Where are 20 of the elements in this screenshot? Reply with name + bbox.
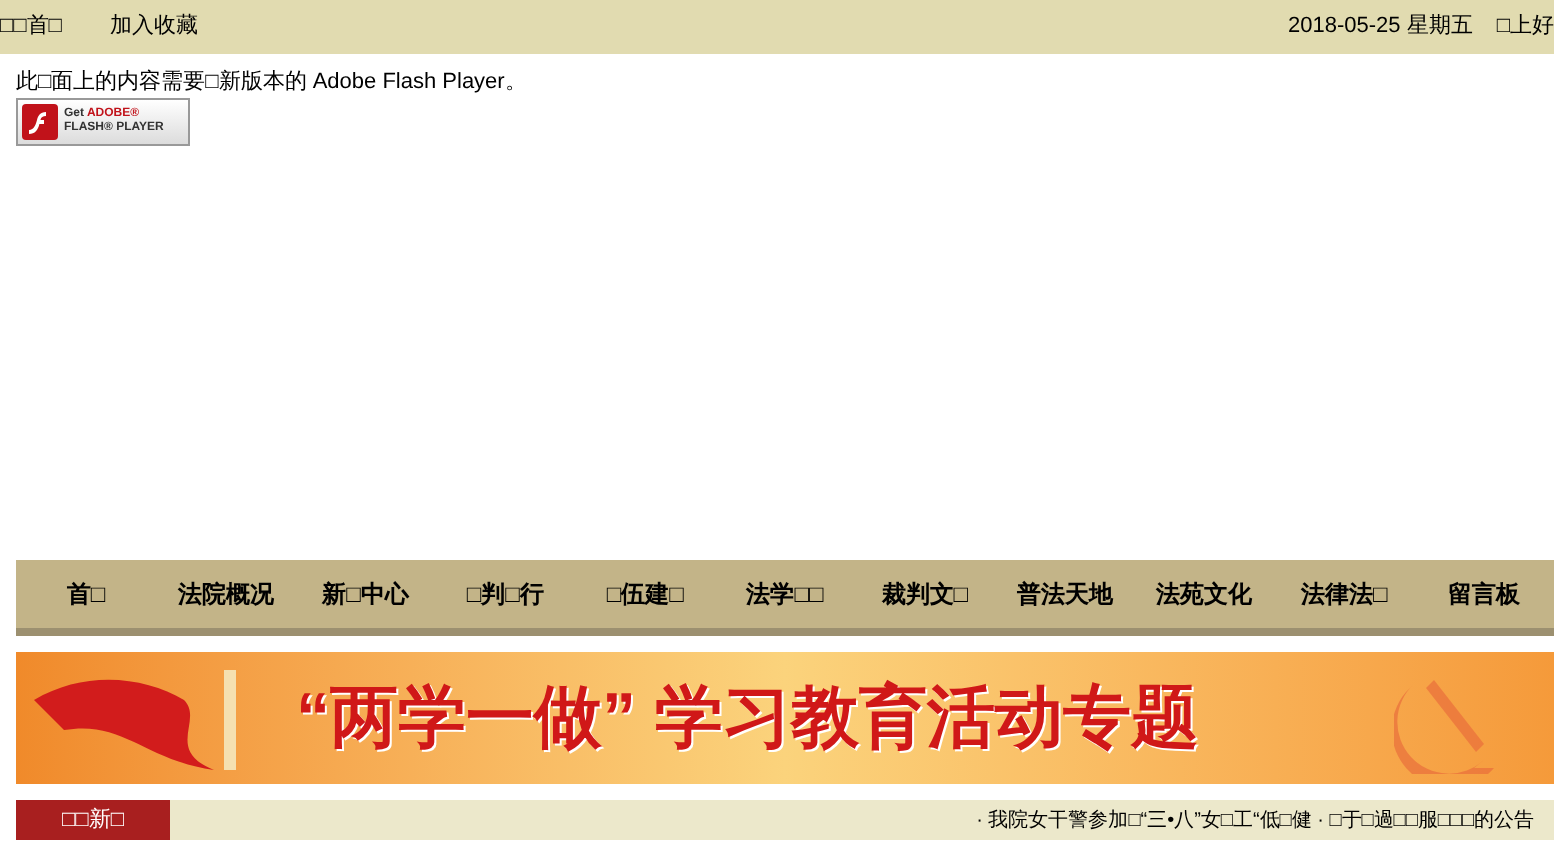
nav-link[interactable]: □伍建□ [575,576,716,612]
nav-link[interactable]: 首□ [16,576,156,612]
nav-link[interactable]: □判□行 [435,576,576,612]
top-link[interactable]: 加入收藏 [109,10,198,44]
news-headline-link[interactable]: · 我院女干警参加□“三•八”女□工“低□健 · □于□過□□服□□□的公告 [976,805,1554,835]
top-link[interactable]: □□首□ [0,10,62,44]
nav-link[interactable]: 法律法□ [1274,576,1415,612]
greeting-text: □上好 [1496,12,1554,43]
flash-logo-icon [22,104,58,140]
flash-notice: 此□面上的内容需要□新版本的 Adobe Flash Player。 [16,68,529,96]
nav-link[interactable]: 留言板 [1414,576,1554,612]
date-text: 2018-05-25 星期五 [1288,12,1473,43]
nav-link[interactable]: 新□中心 [295,576,436,612]
banner-title: “两学一做” 学习教育活动专题 [296,677,1199,759]
nav-link[interactable]: 裁判文□ [854,576,995,612]
nav-link[interactable]: 普法天地 [994,576,1135,612]
news-label: □□新□ [16,800,170,840]
nav-link[interactable]: 法院概况 [155,576,296,612]
nav-link[interactable]: 法苑文化 [1134,576,1275,612]
nav-link[interactable]: 法学□□ [715,576,855,612]
